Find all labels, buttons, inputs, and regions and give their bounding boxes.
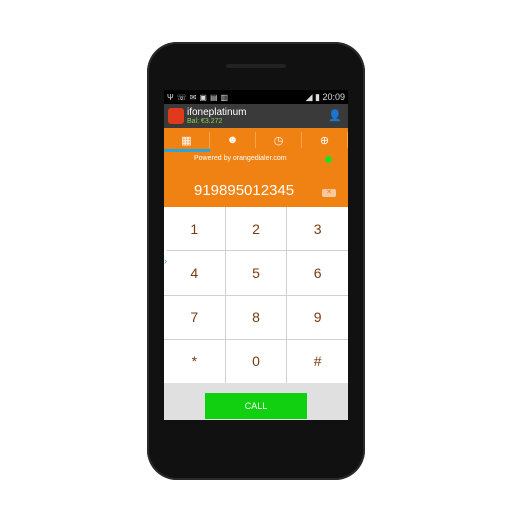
key-5[interactable]: 5 — [225, 251, 287, 295]
dial-display: Powered by orangedialer.com 919895012345… — [164, 152, 348, 207]
side-drawer-handle-icon[interactable]: › — [164, 250, 171, 272]
key-4[interactable]: 4 — [164, 251, 225, 295]
tab-upload[interactable]: ⊕ — [302, 132, 348, 148]
add-contact-icon[interactable]: 👤 — [328, 109, 342, 122]
app-logo — [168, 108, 184, 124]
key-1[interactable]: 1 — [164, 207, 225, 251]
doc-icon: ▤ — [209, 93, 218, 102]
key-2[interactable]: 2 — [225, 207, 287, 251]
balance: Bal: €3.272 — [187, 117, 223, 125]
missed-call-icon: ☏ — [176, 93, 187, 102]
dialed-number[interactable]: 919895012345 — [194, 182, 294, 199]
online-status-dot — [325, 156, 332, 163]
app-title: ifoneplatinum — [187, 106, 247, 118]
mail-icon: ✉ — [189, 93, 197, 102]
screen: Ψ ☏ ✉ ▣ ▤ ▥ ◢ ▮ 20:09 ifoneplatinum Bal: €3.27… — [164, 90, 348, 420]
key-star[interactable]: * — [164, 339, 225, 383]
speaker-grille — [226, 64, 286, 68]
n-icon: ▣ — [199, 93, 207, 102]
signal-icon: ◢ ▮ — [305, 91, 323, 102]
clock: 20:09 — [322, 91, 345, 102]
status-bar: Ψ ☏ ✉ ▣ ▤ ▥ ◢ ▮ 20:09 — [164, 90, 348, 104]
key-9[interactable]: 9 — [287, 295, 348, 339]
tab-history[interactable]: ◷ — [256, 132, 302, 148]
key-8[interactable]: 8 — [225, 295, 287, 339]
tab-bar: ▦ ☻ ◷ ⊕ — [164, 128, 348, 152]
call-area: CALL — [164, 383, 348, 420]
key-6[interactable]: 6 — [287, 251, 348, 295]
tab-keypad[interactable]: ▦ — [164, 132, 210, 148]
call-button[interactable]: CALL — [205, 393, 307, 419]
bag-icon: ▥ — [220, 93, 229, 102]
app-bar: ifoneplatinum Bal: €3.272 👤 — [164, 104, 348, 128]
key-0[interactable]: 0 — [225, 339, 287, 383]
usb-icon: Ψ — [167, 93, 174, 102]
key-hash[interactable]: # — [287, 339, 348, 383]
notification-icons: Ψ ☏ ✉ ▣ ▤ ▥ — [167, 92, 231, 102]
keypad: 1 2 3 4 5 6 7 8 9 * 0 # — [164, 207, 348, 383]
backspace-icon[interactable]: ✕ — [322, 189, 336, 197]
powered-by: Powered by orangedialer.com — [194, 155, 287, 162]
tab-contacts[interactable]: ☻ — [210, 132, 256, 148]
key-7[interactable]: 7 — [164, 295, 225, 339]
key-3[interactable]: 3 — [287, 207, 348, 251]
